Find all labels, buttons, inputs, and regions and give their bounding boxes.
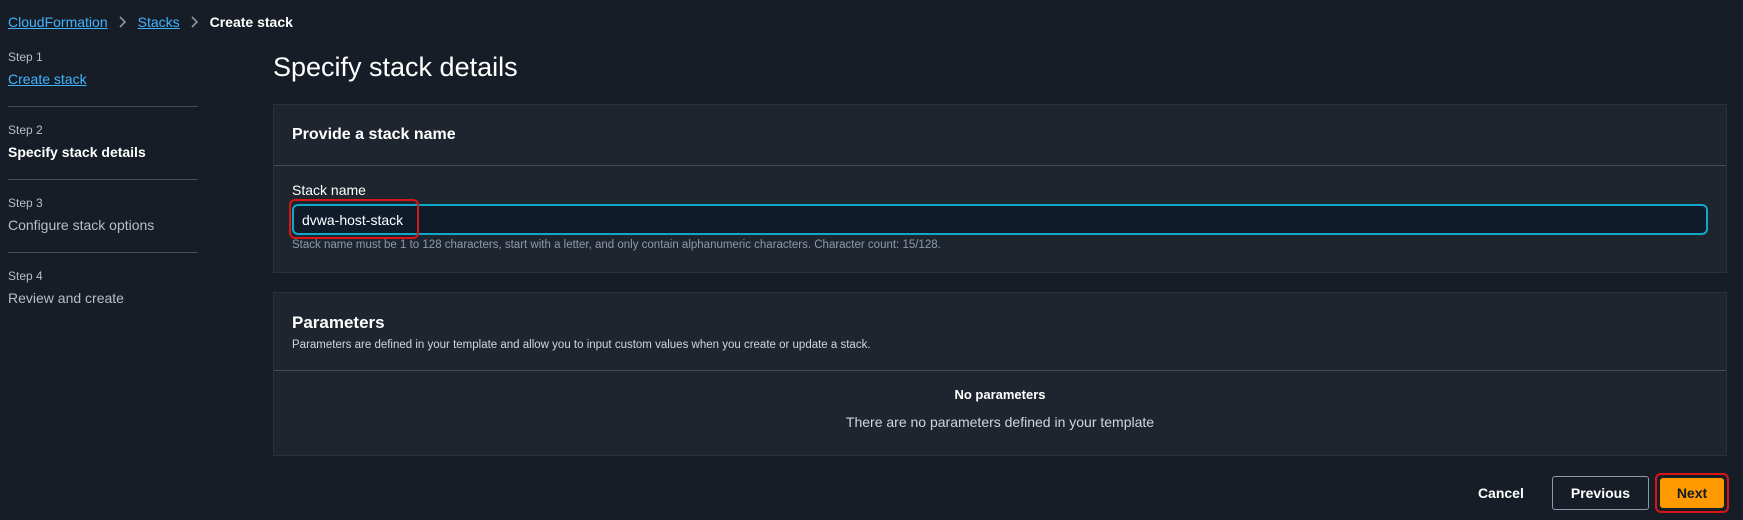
- stack-name-input[interactable]: [292, 204, 1708, 235]
- breadcrumb-stacks-link[interactable]: Stacks: [138, 14, 180, 30]
- chevron-right-icon: [190, 16, 200, 28]
- panel-title: Provide a stack name: [292, 126, 456, 143]
- step-create-stack-link[interactable]: Create stack: [8, 70, 198, 88]
- panel-header: Parameters Parameters are defined in you…: [274, 293, 1726, 371]
- step-number: Step 3: [8, 196, 43, 210]
- wizard-steps: Step 1 Create stack Step 2 Specify stack…: [8, 50, 198, 341]
- step-2: Step 2 Specify stack details: [8, 123, 198, 180]
- breadcrumb-current: Create stack: [209, 14, 293, 30]
- stack-name-hint: Stack name must be 1 to 128 characters, …: [292, 239, 941, 251]
- breadcrumb: CloudFormation Stacks Create stack: [8, 12, 293, 32]
- step-4: Step 4 Review and create: [8, 269, 198, 325]
- stack-name-label: Stack name: [292, 182, 366, 198]
- empty-state-title: No parameters: [954, 387, 1046, 402]
- panel-body: Stack name Stack name must be 1 to 128 c…: [274, 166, 1726, 267]
- next-button[interactable]: Next: [1660, 478, 1724, 508]
- step-1: Step 1 Create stack: [8, 50, 198, 107]
- parameters-panel: Parameters Parameters are defined in you…: [273, 292, 1727, 456]
- page-title: Specify stack details: [273, 52, 518, 82]
- stack-name-panel: Provide a stack name Stack name Stack na…: [273, 104, 1727, 273]
- step-3: Step 3 Configure stack options: [8, 196, 198, 253]
- cancel-button[interactable]: Cancel: [1478, 485, 1524, 501]
- step-configure-options: Configure stack options: [8, 217, 155, 233]
- wizard-actions: Cancel Previous Next: [1478, 473, 1729, 513]
- empty-state: No parameters There are no parameters de…: [274, 371, 1726, 430]
- parameters-description: Parameters are defined in your template …: [292, 339, 871, 351]
- step-specify-details-current: Specify stack details: [8, 144, 146, 160]
- breadcrumb-cloudformation-link[interactable]: CloudFormation: [8, 14, 108, 30]
- panel-title: Parameters: [292, 313, 385, 332]
- chevron-right-icon: [118, 16, 128, 28]
- step-number: Step 2: [8, 123, 43, 137]
- step-review-create: Review and create: [8, 290, 124, 306]
- previous-button[interactable]: Previous: [1551, 476, 1649, 510]
- stack-name-input-wrapper: [289, 199, 1708, 239]
- panel-header: Provide a stack name: [274, 105, 1726, 166]
- annotation-highlight: Next: [1655, 473, 1729, 513]
- step-number: Step 1: [8, 50, 43, 64]
- step-number: Step 4: [8, 269, 43, 283]
- empty-state-text: There are no parameters defined in your …: [845, 414, 1155, 430]
